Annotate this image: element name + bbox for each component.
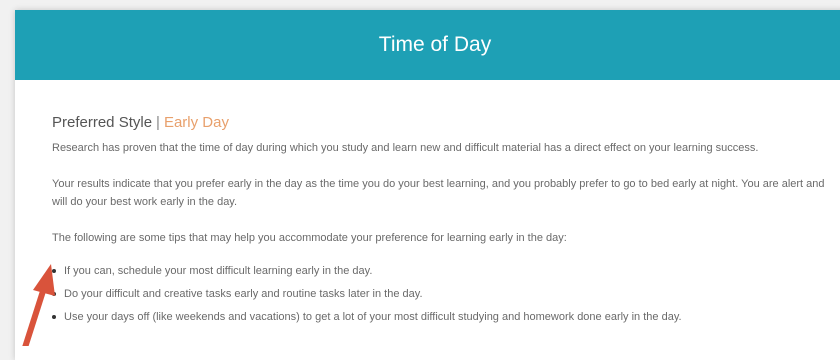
intro-paragraph: Research has proven that the time of day… bbox=[52, 142, 759, 154]
heading-separator: | bbox=[156, 114, 160, 131]
card-body: Preferred Style | Early Day Research has p… bbox=[15, 113, 840, 326]
tip-text: Use your days off (like weekends and vac… bbox=[64, 311, 682, 323]
preferred-style-heading: Preferred Style | Early Day bbox=[52, 113, 840, 133]
results-paragraph: Your results indicate that you prefer ea… bbox=[52, 178, 825, 208]
preferred-style-label: Preferred Style bbox=[52, 114, 153, 131]
card-title: Time of Day bbox=[378, 33, 492, 56]
bullet-icon bbox=[52, 269, 56, 273]
tip-text: Do your difficult and creative tasks ear… bbox=[64, 288, 423, 300]
results-card: Time of Day Preferred Style | Early Day Re… bbox=[15, 10, 840, 360]
list-item: If you can, schedule your most difficult… bbox=[52, 262, 840, 280]
list-item: Use your days off (like weekends and vac… bbox=[52, 308, 840, 326]
card-header: Time of Day bbox=[15, 10, 840, 80]
bullet-icon bbox=[52, 315, 56, 319]
bullet-icon bbox=[52, 292, 56, 296]
tips-list: If you can, schedule your most difficult… bbox=[52, 262, 840, 326]
tips-intro-paragraph: The following are some tips that may hel… bbox=[52, 232, 567, 244]
list-item: Do your difficult and creative tasks ear… bbox=[52, 285, 840, 303]
preferred-style-value: Early Day bbox=[163, 114, 229, 131]
tip-text: If you can, schedule your most difficult… bbox=[64, 265, 373, 277]
